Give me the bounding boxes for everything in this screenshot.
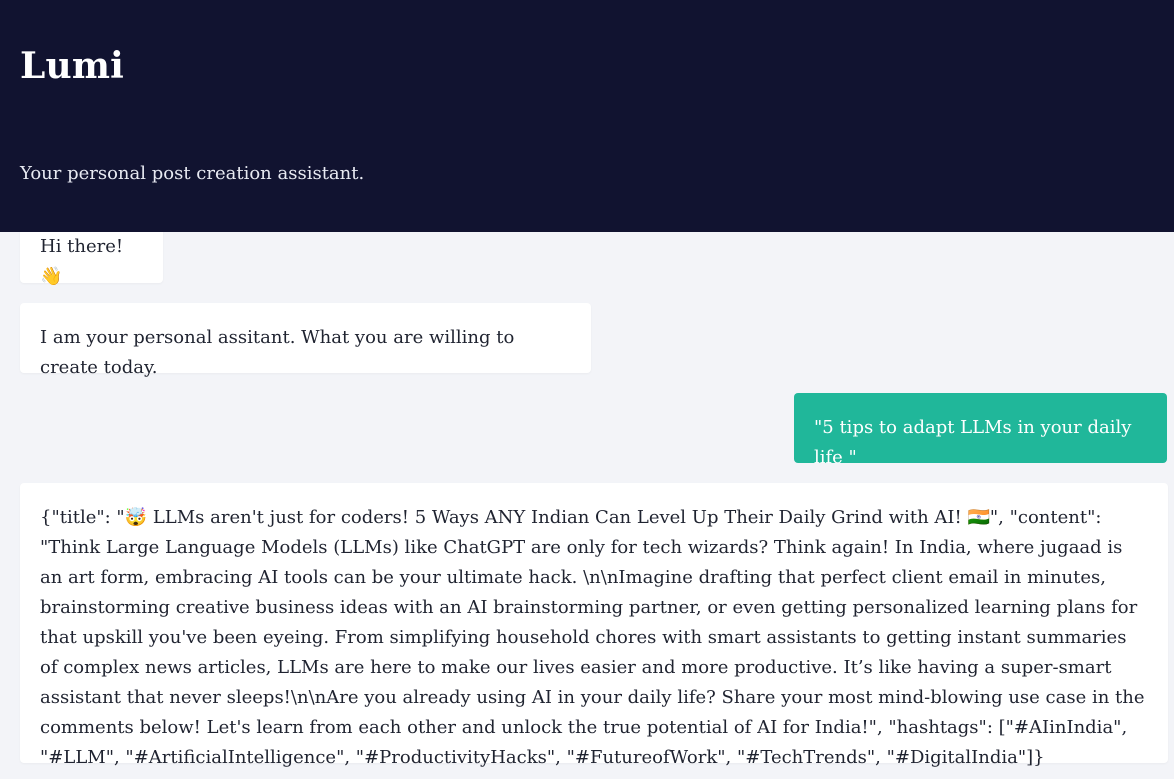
assistant-message: I am your personal assitant. What you ar… bbox=[20, 303, 591, 378]
assistant-message: {"title": "🤯 LLMs aren't just for coders… bbox=[20, 483, 1168, 768]
app-title: Lumi bbox=[20, 45, 125, 87]
app-header: Lumi Your personal post creation assista… bbox=[0, 0, 1174, 232]
user-message: "5 tips to adapt LLMs in your daily life… bbox=[794, 393, 1167, 468]
app-subtitle: Your personal post creation assistant. bbox=[20, 163, 365, 184]
